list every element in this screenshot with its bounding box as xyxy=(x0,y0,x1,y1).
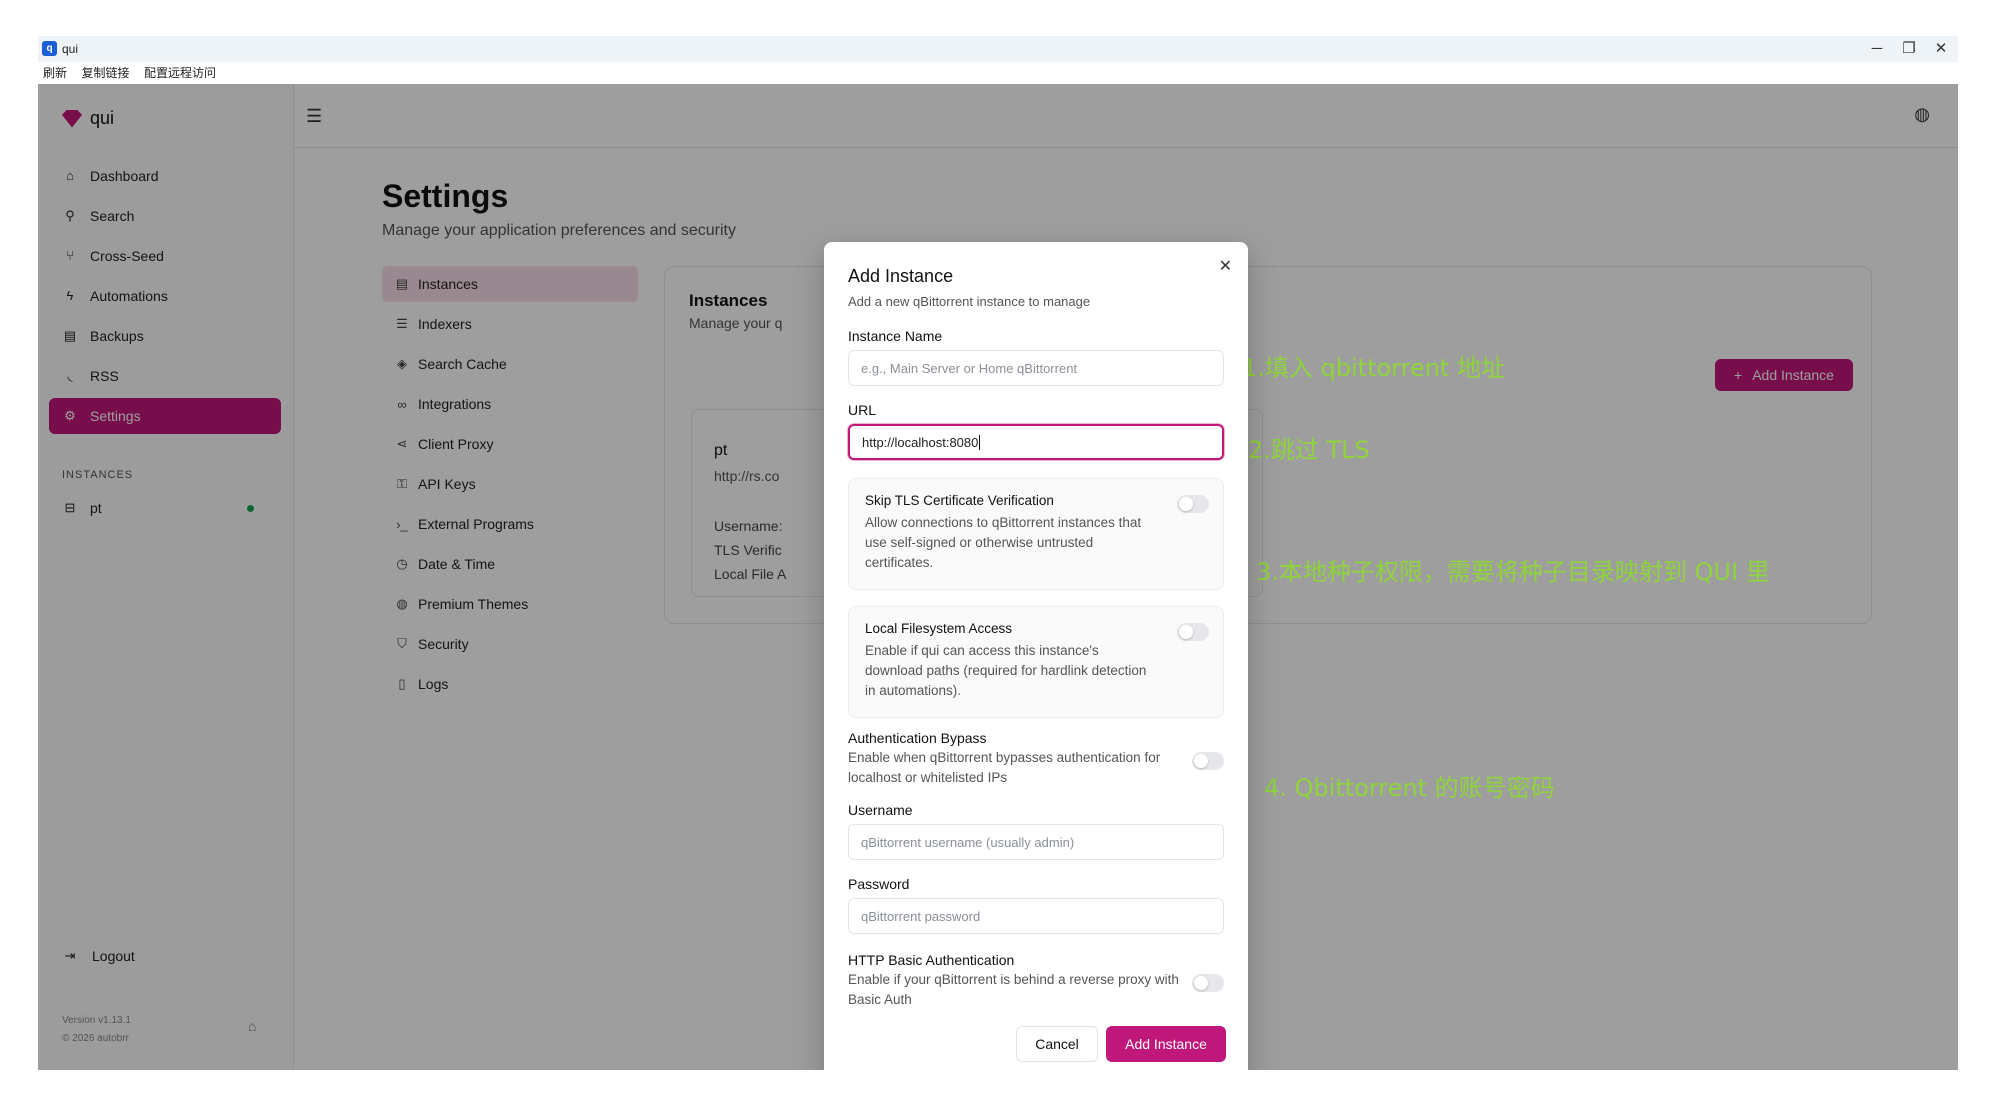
local-fs-title: Local Filesystem Access xyxy=(865,621,1013,636)
app-content: qui ⌂ Dashboard ⚲ Search ⑂ Cross-Seed ϟ Auto… xyxy=(38,84,1958,1070)
title-bar: q qui ─ ❐ ✕ xyxy=(38,36,1958,62)
url-value: http://localhost:8080 xyxy=(862,434,979,450)
auth-bypass-desc: Enable when qBittorrent bypasses authent… xyxy=(848,750,1161,785)
app-window: q qui ─ ❐ ✕ 刷新 复制链接 配置远程访问 qui ⌂ Dashboar… xyxy=(38,36,1958,1070)
app-icon: q xyxy=(42,41,57,56)
local-fs-toggle[interactable] xyxy=(1177,623,1209,641)
annotation-4: 4. Qbittorrent 的账号密码 xyxy=(1264,774,1555,802)
skip-tls-title: Skip TLS Certificate Verification xyxy=(865,493,1054,508)
text-caret xyxy=(979,434,981,450)
dialog-subtitle: Add a new qBittorrent instance to manage xyxy=(848,294,1091,309)
http-basic-title: HTTP Basic Authentication xyxy=(848,952,1015,968)
menu-copy-link[interactable]: 复制链接 xyxy=(76,62,134,84)
add-instance-dialog: Add Instance Add a new qBittorrent insta… xyxy=(824,242,1248,1070)
menu-remote-access[interactable]: 配置远程访问 xyxy=(139,62,221,84)
annotation-1: 1.填入 qbittorrent 地址 xyxy=(1242,354,1505,382)
skip-tls-desc: Allow connections to qBittorrent instanc… xyxy=(865,515,1142,570)
url-label: URL xyxy=(848,402,877,418)
instance-name-label: Instance Name xyxy=(848,328,943,344)
url-input[interactable]: http://localhost:8080 xyxy=(848,424,1224,460)
password-input[interactable]: qBittorrent password xyxy=(848,898,1224,934)
close-icon[interactable]: ✕ xyxy=(1219,256,1232,276)
local-fs-option: Local Filesystem Access Enable if qui ca… xyxy=(848,606,1224,718)
username-input[interactable]: qBittorrent username (usually admin) xyxy=(848,824,1224,860)
password-label: Password xyxy=(848,876,910,892)
annotation-2: 2.跳过 TLS xyxy=(1248,436,1370,464)
menu-bar: 刷新 复制链接 配置远程访问 xyxy=(38,62,1958,84)
http-basic-toggle[interactable] xyxy=(1192,974,1224,992)
skip-tls-option: Skip TLS Certificate Verification Allow … xyxy=(848,478,1224,590)
auth-bypass-title: Authentication Bypass xyxy=(848,730,987,746)
annotation-3: 3.本地种子权限，需要将种子目录映射到 QUI 里 xyxy=(1256,558,1770,586)
auth-bypass-toggle[interactable] xyxy=(1192,752,1224,770)
menu-refresh[interactable]: 刷新 xyxy=(38,62,72,84)
http-basic-desc: Enable if your qBittorrent is behind a r… xyxy=(848,972,1179,1007)
minimize-button[interactable]: ─ xyxy=(1862,38,1892,60)
restore-button[interactable]: ❐ xyxy=(1894,38,1924,60)
dialog-title: Add Instance xyxy=(848,266,954,286)
add-instance-submit-button[interactable]: Add Instance xyxy=(1106,1026,1226,1062)
local-fs-desc: Enable if qui can access this instance's… xyxy=(865,643,1147,698)
username-label: Username xyxy=(848,802,913,818)
instance-name-input[interactable]: e.g., Main Server or Home qBittorrent xyxy=(848,350,1224,386)
close-window-button[interactable]: ✕ xyxy=(1926,38,1956,60)
window-title: qui xyxy=(62,42,79,56)
skip-tls-toggle[interactable] xyxy=(1177,495,1209,513)
cancel-button[interactable]: Cancel xyxy=(1016,1026,1098,1062)
